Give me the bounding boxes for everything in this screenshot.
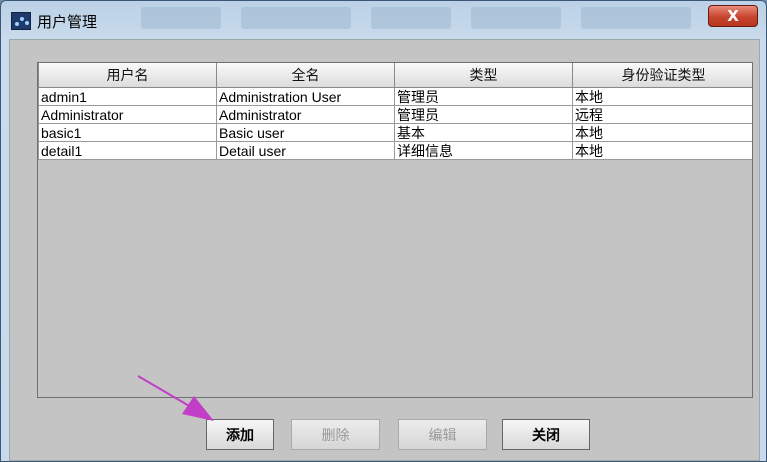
column-header-type[interactable]: 类型 — [394, 63, 573, 88]
title-bar-background — [141, 7, 221, 29]
app-icon — [11, 12, 31, 30]
window-close-button[interactable]: X — [708, 5, 758, 27]
table-row[interactable]: basic1 Basic user 基本 本地 — [38, 123, 752, 142]
table-row[interactable]: admin1 Administration User 管理员 本地 — [38, 87, 752, 106]
cell-fullname: Administration User — [216, 87, 395, 106]
close-button[interactable]: 关闭 — [502, 419, 590, 450]
window-title: 用户管理 — [37, 13, 98, 31]
table-header-row: 用户名 全名 类型 身份验证类型 — [38, 63, 752, 88]
title-bar[interactable]: 用户管理 X — [1, 1, 766, 39]
table-row[interactable]: detail1 Detail user 详细信息 本地 — [38, 141, 752, 160]
title-bar-background — [241, 7, 351, 29]
edit-button[interactable]: 编辑 — [398, 419, 487, 450]
column-header-fullname[interactable]: 全名 — [216, 63, 395, 88]
cell-fullname: Basic user — [216, 123, 395, 142]
cell-type: 管理员 — [394, 105, 573, 124]
users-table: 用户名 全名 类型 身份验证类型 admin1 Administration U… — [37, 62, 753, 398]
title-bar-background — [581, 7, 691, 29]
column-header-auth-type[interactable]: 身份验证类型 — [572, 63, 752, 88]
cell-auth-type: 远程 — [572, 105, 752, 124]
cell-auth-type: 本地 — [572, 87, 752, 106]
title-bar-background — [371, 7, 451, 29]
cell-type: 详细信息 — [394, 141, 573, 160]
cell-type: 基本 — [394, 123, 573, 142]
dialog-body: 用户名 全名 类型 身份验证类型 admin1 Administration U… — [9, 39, 760, 461]
cell-username: Administrator — [38, 105, 217, 124]
delete-button[interactable]: 删除 — [291, 419, 380, 450]
user-management-window: 用户管理 X 用户名 全名 类型 身份验证类型 admin1 Administr… — [0, 0, 767, 462]
cell-type: 管理员 — [394, 87, 573, 106]
title-bar-background — [471, 7, 561, 29]
cell-auth-type: 本地 — [572, 123, 752, 142]
cell-username: detail1 — [38, 141, 217, 160]
cell-auth-type: 本地 — [572, 141, 752, 160]
column-header-username[interactable]: 用户名 — [38, 63, 217, 88]
add-button[interactable]: 添加 — [206, 419, 274, 450]
cell-username: admin1 — [38, 87, 217, 106]
cell-fullname: Administrator — [216, 105, 395, 124]
cell-fullname: Detail user — [216, 141, 395, 160]
table-row[interactable]: Administrator Administrator 管理员 远程 — [38, 105, 752, 124]
cell-username: basic1 — [38, 123, 217, 142]
